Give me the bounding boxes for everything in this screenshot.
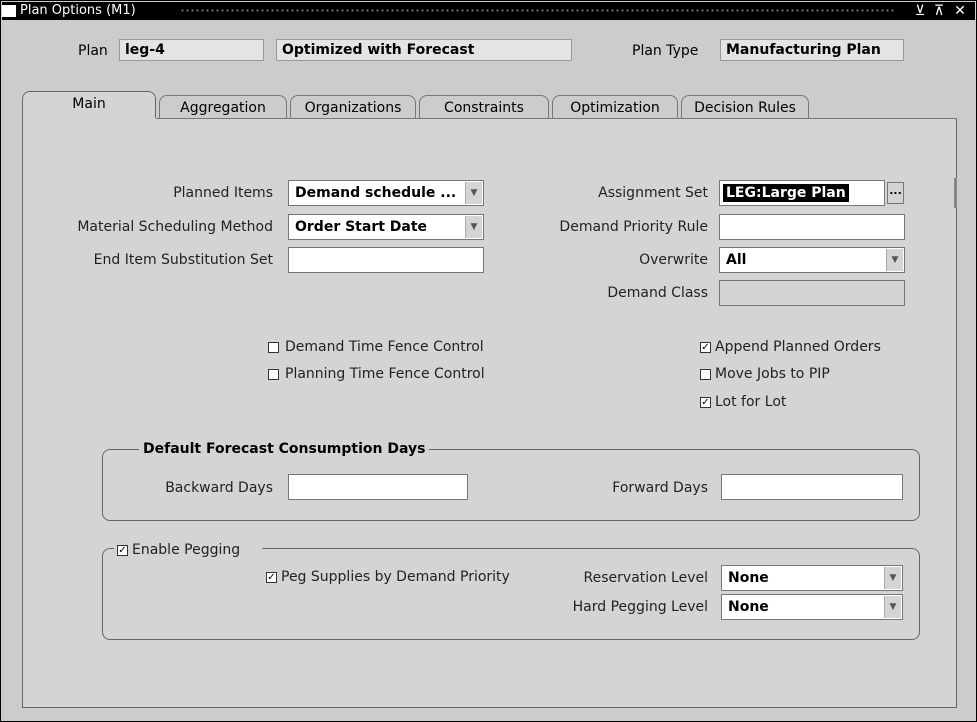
demand-priority-rule-label: Demand Priority Rule — [559, 219, 708, 235]
assignment-set-value: LEG:Large Plan — [723, 184, 849, 202]
lot-for-lot-label[interactable]: Lot for Lot — [715, 393, 786, 411]
planned-items-value: Demand schedule ... — [295, 185, 457, 201]
material-scheduling-method-dropdown[interactable]: Order Start Date ▼ — [288, 214, 484, 240]
maximize-icon[interactable]: ⊼ — [931, 2, 947, 20]
hard-pegging-level-dropdown[interactable]: None ▼ — [721, 594, 903, 620]
oracle-app-icon — [2, 5, 16, 17]
window-title: Plan Options (M1) — [20, 3, 136, 18]
overwrite-dropdown[interactable]: All ▼ — [719, 247, 905, 273]
header-bar: Plan leg-4 Optimized with Forecast Plan … — [2, 31, 975, 71]
planning-time-fence-checkbox[interactable] — [268, 369, 279, 380]
chevron-down-icon[interactable]: ▼ — [465, 216, 482, 238]
assignment-set-lov-button[interactable]: ... — [887, 182, 904, 204]
title-bar[interactable]: Plan Options (M1) ⊻ ⊼ ✕ — [2, 2, 975, 20]
planning-time-fence-label[interactable]: Planning Time Fence Control — [285, 365, 485, 383]
demand-time-fence-checkbox[interactable] — [268, 342, 279, 353]
close-icon[interactable]: ✕ — [952, 2, 968, 20]
overwrite-value: All — [726, 252, 747, 268]
append-planned-orders-label[interactable]: Append Planned Orders — [715, 338, 881, 356]
tab-main[interactable]: Main — [22, 91, 156, 121]
hard-pegging-level-value: None — [728, 599, 769, 615]
backward-days-label: Backward Days — [165, 480, 273, 496]
assignment-set-field[interactable]: LEG:Large Plan — [719, 180, 885, 206]
panel-top-border — [156, 118, 957, 119]
backward-days-field[interactable] — [288, 474, 468, 500]
plan-type-label: Plan Type — [632, 43, 699, 59]
chevron-down-icon[interactable]: ▼ — [886, 249, 903, 271]
planned-items-dropdown[interactable]: Demand schedule ... ▼ — [288, 180, 484, 206]
planned-items-label: Planned Items — [173, 185, 273, 201]
material-scheduling-method-label: Material Scheduling Method — [77, 219, 273, 235]
demand-class-label: Demand Class — [607, 285, 708, 301]
plan-label: Plan — [78, 43, 108, 59]
chevron-down-icon[interactable]: ▼ — [884, 596, 901, 618]
chevron-down-icon[interactable]: ▼ — [465, 182, 482, 204]
reservation-level-label: Reservation Level — [583, 570, 708, 586]
title-bar-texture — [180, 8, 895, 14]
scroll-indicator[interactable] — [954, 178, 957, 208]
plan-name-field[interactable]: leg-4 — [119, 39, 264, 61]
reservation-level-dropdown[interactable]: None ▼ — [721, 565, 903, 591]
demand-class-field — [719, 280, 905, 306]
peg-by-priority-label[interactable]: Peg Supplies by Demand Priority — [281, 568, 510, 586]
minimize-icon[interactable]: ⊻ — [912, 2, 928, 20]
peg-by-priority-checkbox[interactable]: ✓ — [266, 572, 277, 583]
end-item-substitution-set-label: End Item Substitution Set — [93, 252, 273, 268]
move-jobs-to-pip-checkbox[interactable] — [700, 369, 711, 380]
forward-days-label: Forward Days — [612, 480, 708, 496]
lot-for-lot-checkbox[interactable]: ✓ — [700, 397, 711, 408]
demand-time-fence-label[interactable]: Demand Time Fence Control — [285, 338, 484, 356]
enable-pegging-checkbox[interactable]: ✓ — [117, 545, 128, 556]
reservation-level-value: None — [728, 570, 769, 586]
plan-type-field[interactable]: Manufacturing Plan — [720, 39, 904, 61]
plan-description-field[interactable]: Optimized with Forecast — [276, 39, 572, 61]
append-planned-orders-checkbox[interactable]: ✓ — [700, 342, 711, 353]
end-item-substitution-set-field[interactable] — [288, 247, 484, 273]
enable-pegging-label[interactable]: Enable Pegging — [132, 541, 240, 559]
overwrite-label: Overwrite — [639, 252, 708, 268]
move-jobs-to-pip-label[interactable]: Move Jobs to PIP — [715, 365, 830, 383]
chevron-down-icon[interactable]: ▼ — [884, 567, 901, 589]
assignment-set-label: Assignment Set — [598, 185, 708, 201]
demand-priority-rule-field[interactable] — [719, 214, 905, 240]
plan-options-window: Plan Options (M1) ⊻ ⊼ ✕ Plan leg-4 Optim… — [0, 0, 977, 722]
material-scheduling-method-value: Order Start Date — [295, 219, 428, 235]
forward-days-field[interactable] — [721, 474, 903, 500]
hard-pegging-level-label: Hard Pegging Level — [572, 599, 708, 615]
forecast-consumption-title: Default Forecast Consumption Days — [139, 440, 430, 458]
